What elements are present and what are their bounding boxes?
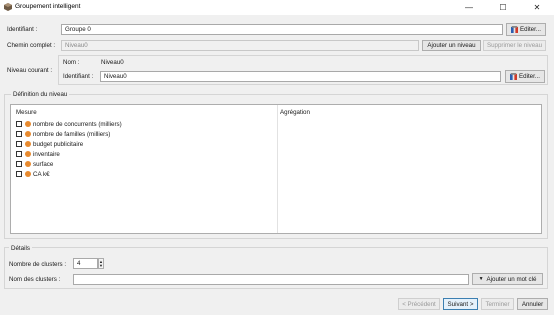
- measure-label: nombre de concurrents (milliers): [33, 120, 122, 128]
- measure-row[interactable]: CA k€: [16, 169, 266, 179]
- measure-icon: [25, 151, 31, 157]
- window-title: Groupement intelligent: [15, 3, 81, 10]
- level-identifiant-input[interactable]: Niveau0: [100, 71, 501, 82]
- measure-checkbox[interactable]: [16, 141, 22, 147]
- measure-row[interactable]: inventaire: [16, 149, 266, 159]
- cluster-names-input[interactable]: [73, 274, 469, 285]
- measure-checkbox[interactable]: [16, 161, 22, 167]
- measure-label: CA k€: [33, 170, 50, 178]
- measure-label: inventaire: [33, 150, 60, 158]
- identifiant-label: Identifiant :: [7, 26, 38, 33]
- measure-icon: [25, 141, 31, 147]
- measure-checkbox[interactable]: [16, 121, 22, 127]
- measure-label: surface: [33, 160, 54, 168]
- measure-icon: [25, 171, 31, 177]
- measure-row[interactable]: nombre de familles (milliers): [16, 129, 266, 139]
- definition-title: Définition du niveau: [11, 91, 70, 98]
- minimize-button[interactable]: —: [452, 0, 486, 15]
- measure-row[interactable]: budget publicitaire: [16, 139, 266, 149]
- edit-icon: [511, 26, 518, 33]
- measure-checkbox[interactable]: [16, 171, 22, 177]
- col-aggregation-header: Agrégation: [280, 109, 310, 116]
- stepper-down-icon[interactable]: ▼: [99, 263, 103, 268]
- measure-list: nombre de concurrents (milliers) nombre …: [16, 119, 266, 179]
- delete-level-button[interactable]: Supprimer le niveau: [483, 40, 546, 51]
- cancel-button[interactable]: Annuler: [517, 298, 548, 310]
- measure-row[interactable]: nombre de concurrents (milliers): [16, 119, 266, 129]
- edit-identifiant-label: Editer...: [520, 26, 541, 33]
- measure-icon: [25, 131, 31, 137]
- next-button[interactable]: Suivant >: [443, 298, 478, 310]
- nom-value: Niveau0: [101, 59, 124, 66]
- add-level-button[interactable]: Ajouter un niveau: [422, 40, 481, 51]
- identifiant-input[interactable]: Groupe 0: [61, 24, 503, 35]
- measure-label: nombre de familles (milliers): [33, 130, 111, 138]
- niveau-courant-label: Niveau courant :: [7, 67, 53, 74]
- level-identifiant-label: Identifiant :: [63, 73, 94, 80]
- measure-icon: [25, 161, 31, 167]
- finish-button[interactable]: Terminer: [481, 298, 514, 310]
- title-bar: Groupement intelligent — ☐ ✕: [0, 0, 554, 15]
- add-keyword-label: Ajouter un mot clé: [486, 275, 537, 283]
- previous-button[interactable]: < Précédent: [398, 298, 440, 310]
- edit-icon: [510, 73, 517, 80]
- measure-checkbox[interactable]: [16, 131, 22, 137]
- measure-label: budget publicitaire: [33, 140, 84, 148]
- chemin-input: Niveau0: [61, 40, 419, 51]
- maximize-button[interactable]: ☐: [486, 0, 520, 15]
- details-title: Détails: [9, 245, 32, 252]
- measure-row[interactable]: surface: [16, 159, 266, 169]
- measures-table: Mesure Agrégation nombre de concurrents …: [10, 104, 542, 234]
- clusters-count-input[interactable]: 4: [73, 258, 98, 269]
- edit-level-label: Editer...: [519, 73, 540, 80]
- edit-level-button[interactable]: Editer...: [505, 70, 545, 83]
- measure-icon: [25, 121, 31, 127]
- close-button[interactable]: ✕: [520, 0, 554, 15]
- clusters-count-stepper[interactable]: ▲ ▼: [98, 258, 104, 269]
- chemin-label: Chemin complet :: [7, 42, 56, 49]
- chevron-down-icon: ▼: [478, 276, 484, 282]
- column-divider: [277, 105, 278, 233]
- col-mesure-header: Mesure: [16, 109, 37, 116]
- app-icon: [4, 3, 12, 11]
- edit-identifiant-button[interactable]: Editer...: [506, 23, 546, 36]
- clusters-count-label: Nombre de clusters :: [9, 261, 67, 268]
- measure-checkbox[interactable]: [16, 151, 22, 157]
- nom-label: Nom :: [63, 59, 80, 66]
- cluster-names-label: Nom des clusters :: [9, 276, 61, 283]
- add-keyword-button[interactable]: ▼ Ajouter un mot clé: [472, 273, 543, 285]
